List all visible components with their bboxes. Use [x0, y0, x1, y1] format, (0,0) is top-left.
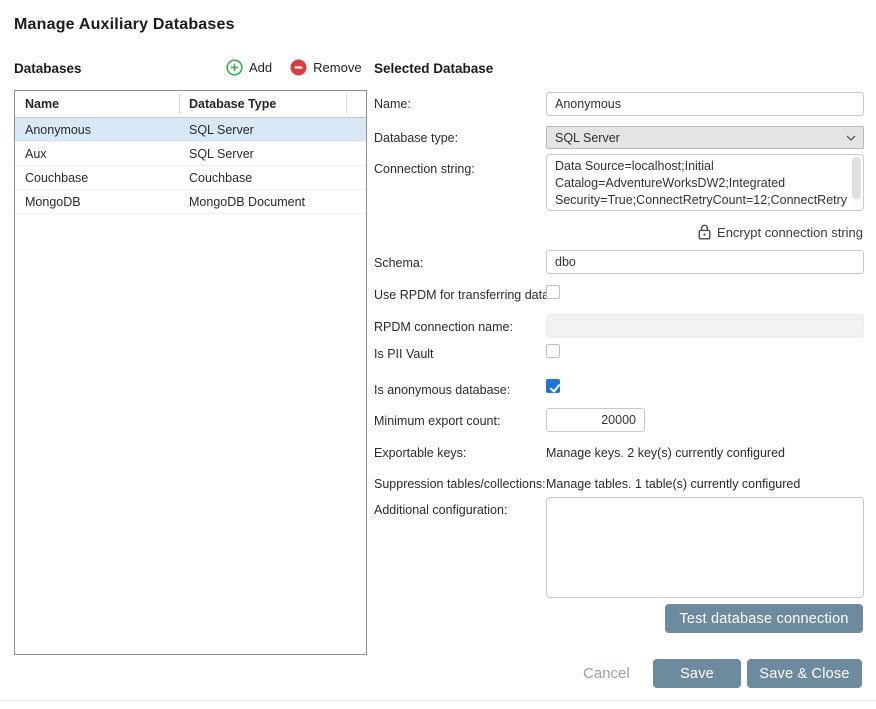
databases-table-header: Name Database Type	[15, 91, 366, 118]
rpdm-connection-name-label: RPDM connection name:	[374, 320, 513, 334]
database-type-selected-value: SQL Server	[555, 131, 620, 145]
lock-icon	[698, 224, 711, 240]
page-title: Manage Auxiliary Databases	[14, 16, 235, 34]
connection-string-label: Connection string:	[374, 162, 475, 176]
column-divider	[346, 94, 347, 114]
table-row-couchbase[interactable]: Couchbase Couchbase	[15, 166, 366, 190]
column-header-database-type[interactable]: Database Type	[189, 91, 276, 118]
save-and-close-button[interactable]: Save & Close	[747, 659, 862, 688]
name-label: Name:	[374, 97, 411, 111]
use-rpdm-checkbox[interactable]	[546, 285, 560, 299]
databases-table: Name Database Type Anonymous SQL Server …	[14, 90, 367, 655]
table-row-mongodb[interactable]: MongoDB MongoDB Document	[15, 190, 366, 214]
table-row-anonymous[interactable]: Anonymous SQL Server	[15, 118, 366, 142]
is-anonymous-database-checkbox[interactable]	[546, 379, 560, 393]
selected-database-heading: Selected Database	[374, 61, 493, 76]
save-button[interactable]: Save	[653, 659, 741, 688]
additional-configuration-label: Additional configuration:	[374, 503, 507, 517]
chevron-down-icon	[846, 135, 856, 141]
manage-keys-link[interactable]: Manage keys. 2 key(s) currently configur…	[546, 446, 785, 460]
use-rpdm-label: Use RPDM for transferring data:	[374, 288, 553, 302]
cell-name: Aux	[25, 142, 47, 166]
minimum-export-count-label: Minimum export count:	[374, 414, 500, 428]
manage-tables-link[interactable]: Manage tables. 1 table(s) currently conf…	[546, 477, 800, 491]
cell-name: Anonymous	[25, 118, 91, 142]
rpdm-connection-name-input	[546, 314, 864, 338]
database-type-label: Database type:	[374, 131, 458, 145]
connection-string-textarea[interactable]: Data Source=localhost;Initial Catalog=Ad…	[546, 154, 864, 211]
add-button-label: Add	[249, 60, 272, 75]
minimum-export-count-input[interactable]	[546, 408, 645, 432]
connection-string-scrollbar[interactable]	[852, 157, 861, 208]
table-row-aux[interactable]: Aux SQL Server	[15, 142, 366, 166]
scrollbar-thumb[interactable]	[852, 157, 861, 199]
additional-configuration-textarea[interactable]	[546, 497, 864, 598]
manage-auxiliary-databases-dialog: Manage Auxiliary Databases Databases Add…	[0, 0, 876, 709]
cell-database-type: SQL Server	[189, 118, 254, 142]
exportable-keys-label: Exportable keys:	[374, 446, 466, 460]
encrypt-connection-string-button[interactable]: Encrypt connection string	[698, 224, 863, 240]
cell-database-type: SQL Server	[189, 142, 254, 166]
is-pii-vault-label: Is PII Vault	[374, 347, 434, 361]
cell-database-type: Couchbase	[189, 166, 252, 190]
add-database-button[interactable]: Add	[226, 59, 272, 76]
bottom-divider	[0, 700, 876, 701]
add-icon	[226, 59, 243, 76]
remove-button-label: Remove	[313, 60, 361, 75]
schema-label: Schema:	[374, 256, 423, 270]
database-type-select[interactable]: SQL Server	[546, 126, 864, 149]
cell-database-type: MongoDB Document	[189, 190, 305, 214]
schema-input[interactable]	[546, 250, 864, 274]
connection-string-value: Data Source=localhost;Initial Catalog=Ad…	[547, 155, 850, 210]
databases-heading: Databases	[14, 61, 82, 76]
remove-icon	[290, 59, 307, 76]
remove-database-button[interactable]: Remove	[290, 59, 361, 76]
encrypt-connection-string-label: Encrypt connection string	[717, 225, 863, 240]
cancel-button[interactable]: Cancel	[583, 665, 630, 682]
is-pii-vault-checkbox[interactable]	[546, 344, 560, 358]
name-input[interactable]	[546, 92, 864, 116]
column-divider	[179, 94, 180, 114]
test-database-connection-button[interactable]: Test database connection	[665, 604, 863, 633]
cell-name: MongoDB	[25, 190, 81, 214]
database-list-actions: Add Remove	[226, 59, 362, 76]
is-anonymous-database-label: Is anonymous database:	[374, 383, 510, 397]
cell-name: Couchbase	[25, 166, 88, 190]
suppression-tables-label: Suppression tables/collections:	[374, 477, 546, 491]
column-header-name[interactable]: Name	[25, 91, 59, 118]
